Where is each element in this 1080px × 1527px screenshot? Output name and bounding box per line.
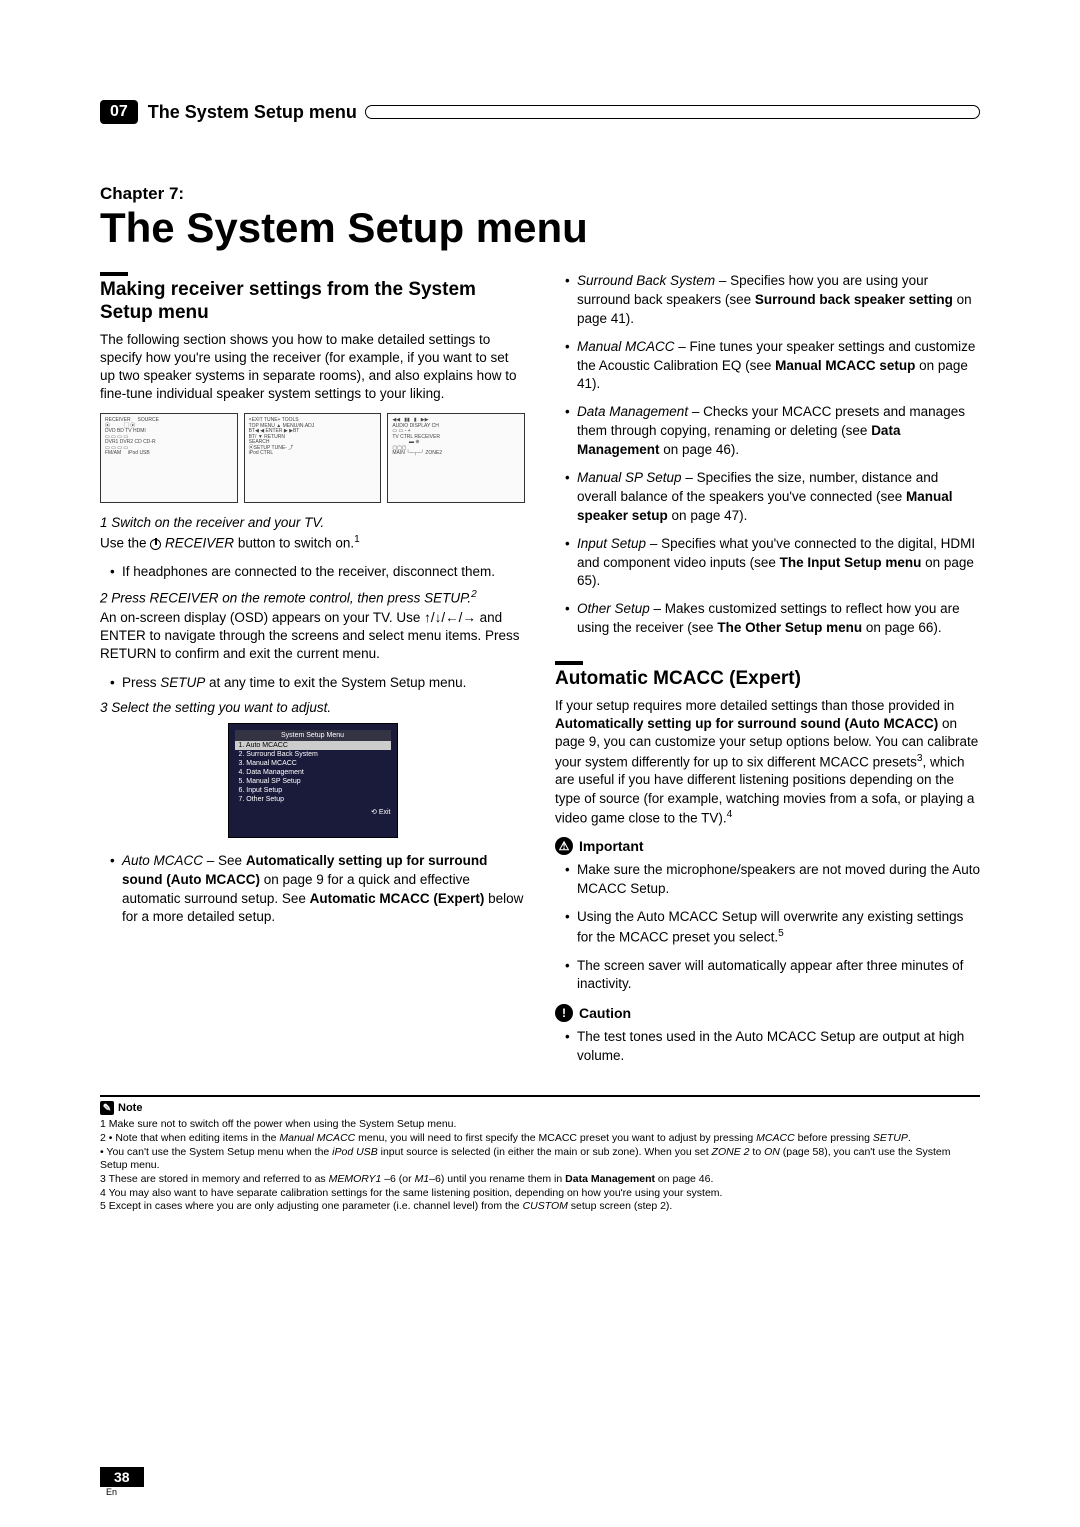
item-manual-sp: Manual SP Setup – Specifies the size, nu…: [555, 469, 980, 526]
page-number-label: En: [106, 1487, 144, 1497]
page-title: The System Setup menu: [100, 204, 980, 252]
step-1-text: Use the RECEIVER button to switch on.1: [100, 533, 525, 553]
page-number-box: 38: [100, 1467, 144, 1487]
footnote-2b: • You can't use the System Setup menu wh…: [100, 1146, 980, 1173]
remote-diagram-row: RECEIVER SOURCE⦿ ▢ ⦿DVD BD TV HDMI▭ ▭ ▭ …: [100, 413, 525, 503]
step-1: 1 Switch on the receiver and your TV.: [100, 515, 525, 530]
footnote-3: 3 These are stored in memory and referre…: [100, 1173, 980, 1187]
footnote-5: 5 Except in cases where you are only adj…: [100, 1200, 980, 1214]
power-icon: [150, 539, 161, 550]
intro-text: The following section shows you how to m…: [100, 331, 525, 404]
item-manual-mcacc: Manual MCACC – Fine tunes your speaker s…: [555, 338, 980, 395]
important-header: ⚠ Important: [555, 837, 980, 855]
important-icon: ⚠: [555, 837, 573, 855]
item-input-setup: Input Setup – Specifies what you've conn…: [555, 535, 980, 592]
footnote-4: 4 You may also want to have separate cal…: [100, 1187, 980, 1201]
step-1-bullet: If headphones are connected to the recei…: [100, 563, 525, 581]
remote-diagram-1: RECEIVER SOURCE⦿ ▢ ⦿DVD BD TV HDMI▭ ▭ ▭ …: [100, 413, 238, 503]
step-2-text: An on-screen display (OSD) appears on yo…: [100, 609, 525, 664]
item-data-management: Data Management – Checks your MCACC pres…: [555, 403, 980, 460]
section-title-auto-mcacc-expert: Automatic MCACC (Expert): [555, 668, 980, 691]
accent-bar: [100, 272, 128, 276]
important-1: Make sure the microphone/speakers are no…: [555, 861, 980, 899]
chapter-label: Chapter 7:: [100, 184, 980, 204]
step-2-bullet: Press SETUP at any time to exit the Syst…: [100, 674, 525, 692]
page-number: 38 En: [100, 1467, 144, 1497]
item-surround-back: Surround Back System – Specifies how you…: [555, 272, 980, 329]
remote-diagram-2: ×EXIT TUNE+ TOOLSTOP MENU ▲ MENU/iN.ADJB…: [244, 413, 382, 503]
chapter-number-badge: 07: [100, 100, 138, 124]
chapter-header: 07 The System Setup menu: [100, 100, 980, 124]
header-rule: [365, 105, 980, 119]
osd-menu-screenshot: System Setup Menu 1. Auto MCACC 2. Surro…: [228, 723, 398, 838]
chapter-header-title: The System Setup menu: [148, 102, 357, 123]
remote-diagram-3: ◀◀ ▮▮ ▮ ▶▶AUDIO DISPLAY CH▭ ▭ - +TV CTRL…: [387, 413, 525, 503]
section-2-text: If your setup requires more detailed set…: [555, 697, 980, 828]
accent-bar: [555, 661, 583, 665]
footnote-2a: 2 • Note that when editing items in the …: [100, 1132, 980, 1146]
item-other-setup: Other Setup – Makes customized settings …: [555, 600, 980, 638]
important-3: The screen saver will automatically appe…: [555, 957, 980, 995]
footnote-1: 1 Make sure not to switch off the power …: [100, 1118, 980, 1132]
item-auto-mcacc: Auto MCACC – See Automatically setting u…: [100, 852, 525, 928]
left-column: Making receiver settings from the System…: [100, 272, 525, 1075]
step-2: 2 Press RECEIVER on the remote control, …: [100, 589, 525, 606]
step-3: 3 Select the setting you want to adjust.: [100, 700, 525, 715]
footnotes: ✎ Note 1 Make sure not to switch off the…: [100, 1095, 980, 1214]
section-title-making-settings: Making receiver settings from the System…: [100, 279, 525, 325]
caution-1: The test tones used in the Auto MCACC Se…: [555, 1028, 980, 1066]
note-icon: ✎: [100, 1101, 114, 1115]
right-column: Surround Back System – Specifies how you…: [555, 272, 980, 1075]
caution-icon: !: [555, 1004, 573, 1022]
caution-header: ! Caution: [555, 1004, 980, 1022]
note-header: ✎ Note: [100, 1101, 980, 1115]
important-2: Using the Auto MCACC Setup will overwrit…: [555, 908, 980, 947]
